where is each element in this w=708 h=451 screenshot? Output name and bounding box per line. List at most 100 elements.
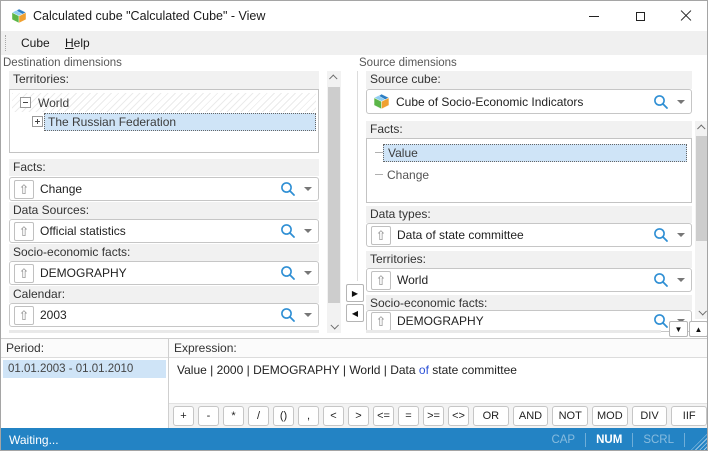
chevron-down-icon[interactable] bbox=[304, 187, 312, 191]
chevron-down-icon[interactable] bbox=[677, 100, 685, 104]
chevron-down-icon[interactable] bbox=[677, 278, 685, 282]
scroll-up-button[interactable] bbox=[695, 121, 708, 135]
expression-text: Value | 2000 | DEMOGRAPHY | World | Data… bbox=[177, 363, 517, 377]
tree-item-russian-federation[interactable]: The Russian Federation bbox=[12, 112, 316, 131]
expand-expander-icon[interactable] bbox=[32, 116, 43, 127]
collapse-expander-icon[interactable] bbox=[20, 97, 31, 108]
scroll-up-button[interactable] bbox=[327, 71, 341, 85]
move-right-button[interactable]: ▶ bbox=[346, 284, 364, 302]
triangle-up-icon: ▲ bbox=[695, 325, 703, 334]
tree-item-world[interactable]: World bbox=[12, 93, 316, 112]
search-icon[interactable] bbox=[653, 94, 669, 110]
chevron-down-icon[interactable] bbox=[304, 271, 312, 275]
search-icon[interactable] bbox=[280, 181, 296, 197]
menu-bar: Cube Help bbox=[1, 31, 708, 55]
move-left-button[interactable]: ◀ bbox=[346, 304, 364, 322]
scrollbar-thumb[interactable] bbox=[328, 87, 340, 303]
source-territories-combo[interactable]: ⇧ World bbox=[366, 268, 692, 292]
resize-grip-icon[interactable] bbox=[691, 434, 707, 450]
data-sources-combo-value: Official statistics bbox=[40, 224, 280, 238]
source-socio-combo[interactable]: ⇧ DEMOGRAPHY bbox=[366, 310, 692, 332]
tree-item-label: World bbox=[38, 96, 69, 110]
operator-button[interactable]: AND bbox=[513, 406, 549, 426]
operator-button[interactable]: / bbox=[248, 406, 269, 426]
chevron-down-icon[interactable] bbox=[677, 233, 685, 237]
territories-tree: World The Russian Federation bbox=[9, 89, 319, 153]
source-facts-list: Value Change bbox=[366, 138, 692, 203]
operator-button[interactable]: MOD bbox=[592, 406, 628, 426]
data-sources-header: Data Sources: bbox=[9, 202, 319, 219]
operator-button[interactable]: < bbox=[323, 406, 344, 426]
operator-button[interactable]: - bbox=[198, 406, 219, 426]
scroll-down-button[interactable] bbox=[695, 305, 708, 319]
app-cube-icon bbox=[11, 8, 27, 24]
close-button[interactable] bbox=[663, 1, 708, 31]
operator-button[interactable]: () bbox=[273, 406, 294, 426]
source-socio-header: Socio-economic facts: bbox=[366, 295, 692, 310]
operator-button[interactable]: > bbox=[348, 406, 369, 426]
calendar-combo[interactable]: ⇧ 2003 bbox=[9, 303, 319, 327]
operator-button[interactable]: DIV bbox=[632, 406, 668, 426]
menu-cube[interactable]: Cube bbox=[15, 31, 56, 55]
expression-segment: Value | 2000 | DEMOGRAPHY | World | Data bbox=[177, 363, 419, 377]
operator-button[interactable]: NOT bbox=[552, 406, 588, 426]
source-cube-combo[interactable]: Cube of Socio-Economic Indicators bbox=[366, 89, 692, 114]
promote-icon[interactable]: ⇧ bbox=[14, 264, 34, 283]
expression-header: Expression: bbox=[169, 339, 708, 358]
list-item-change[interactable]: Change bbox=[369, 165, 689, 184]
socio-facts-combo[interactable]: ⇧ DEMOGRAPHY bbox=[9, 261, 319, 285]
search-icon[interactable] bbox=[280, 265, 296, 281]
promote-icon[interactable]: ⇧ bbox=[14, 306, 34, 325]
panel-splitter[interactable] bbox=[357, 71, 358, 281]
promote-icon[interactable]: ⇧ bbox=[371, 271, 391, 290]
operator-button[interactable]: OR bbox=[473, 406, 509, 426]
chevron-down-icon bbox=[698, 307, 706, 315]
facts-combo[interactable]: ⇧ Change bbox=[9, 177, 319, 201]
expression-editor[interactable]: Value | 2000 | DEMOGRAPHY | World | Data… bbox=[169, 358, 708, 403]
maximize-button[interactable] bbox=[617, 1, 663, 31]
search-icon[interactable] bbox=[280, 223, 296, 239]
source-cube-combo-value: Cube of Socio-Economic Indicators bbox=[396, 95, 653, 109]
search-icon[interactable] bbox=[653, 227, 669, 243]
horizontal-scrollbar[interactable] bbox=[9, 330, 319, 333]
operator-button[interactable]: + bbox=[173, 406, 194, 426]
minimize-button[interactable] bbox=[571, 1, 617, 31]
operator-button[interactable]: >= bbox=[423, 406, 444, 426]
indicator-separator bbox=[684, 433, 685, 447]
search-icon[interactable] bbox=[653, 272, 669, 288]
chevron-up-icon bbox=[329, 74, 337, 82]
chevron-down-icon[interactable] bbox=[304, 229, 312, 233]
promote-icon[interactable]: ⇧ bbox=[371, 226, 391, 245]
search-icon[interactable] bbox=[280, 307, 296, 323]
toolbar-grip bbox=[5, 35, 6, 51]
period-item[interactable]: 01.01.2003 - 01.01.2010 bbox=[3, 360, 166, 378]
scrollbar-thumb[interactable] bbox=[696, 136, 708, 241]
triangle-left-icon: ◀ bbox=[352, 309, 358, 318]
left-panel-scrollbar[interactable] bbox=[327, 71, 341, 333]
calendar-combo-value: 2003 bbox=[40, 308, 280, 322]
operator-button[interactable]: <> bbox=[448, 406, 469, 426]
operator-button[interactable]: <= bbox=[373, 406, 394, 426]
promote-icon[interactable]: ⇧ bbox=[14, 180, 34, 199]
chevron-down-icon[interactable] bbox=[304, 313, 312, 317]
menu-help[interactable]: Help bbox=[59, 31, 96, 55]
facts-combo-value: Change bbox=[40, 182, 280, 196]
scroll-down-button[interactable] bbox=[327, 319, 341, 333]
horizontal-scrollbar[interactable] bbox=[366, 330, 661, 333]
promote-icon[interactable]: ⇧ bbox=[14, 222, 34, 241]
data-sources-combo[interactable]: ⇧ Official statistics bbox=[9, 219, 319, 243]
operator-button[interactable]: * bbox=[223, 406, 244, 426]
data-types-combo[interactable]: ⇧ Data of state committee bbox=[366, 223, 692, 247]
operator-button[interactable]: IIF bbox=[671, 406, 707, 426]
promote-icon[interactable]: ⇧ bbox=[371, 312, 391, 331]
search-icon[interactable] bbox=[653, 313, 669, 329]
operator-button[interactable]: , bbox=[298, 406, 319, 426]
right-panel-scrollbar[interactable] bbox=[695, 121, 708, 319]
territories-header: Territories: bbox=[9, 71, 319, 89]
list-item-value[interactable]: Value bbox=[369, 143, 689, 162]
source-dimensions-label: Source dimensions bbox=[359, 57, 457, 69]
move-down-button[interactable]: ▼ bbox=[669, 321, 688, 337]
operator-buttons: +-*/(),<><==>=<>ORANDNOTMODDIVIIF bbox=[169, 403, 708, 428]
move-up-button[interactable]: ▲ bbox=[689, 321, 708, 337]
operator-button[interactable]: = bbox=[398, 406, 419, 426]
